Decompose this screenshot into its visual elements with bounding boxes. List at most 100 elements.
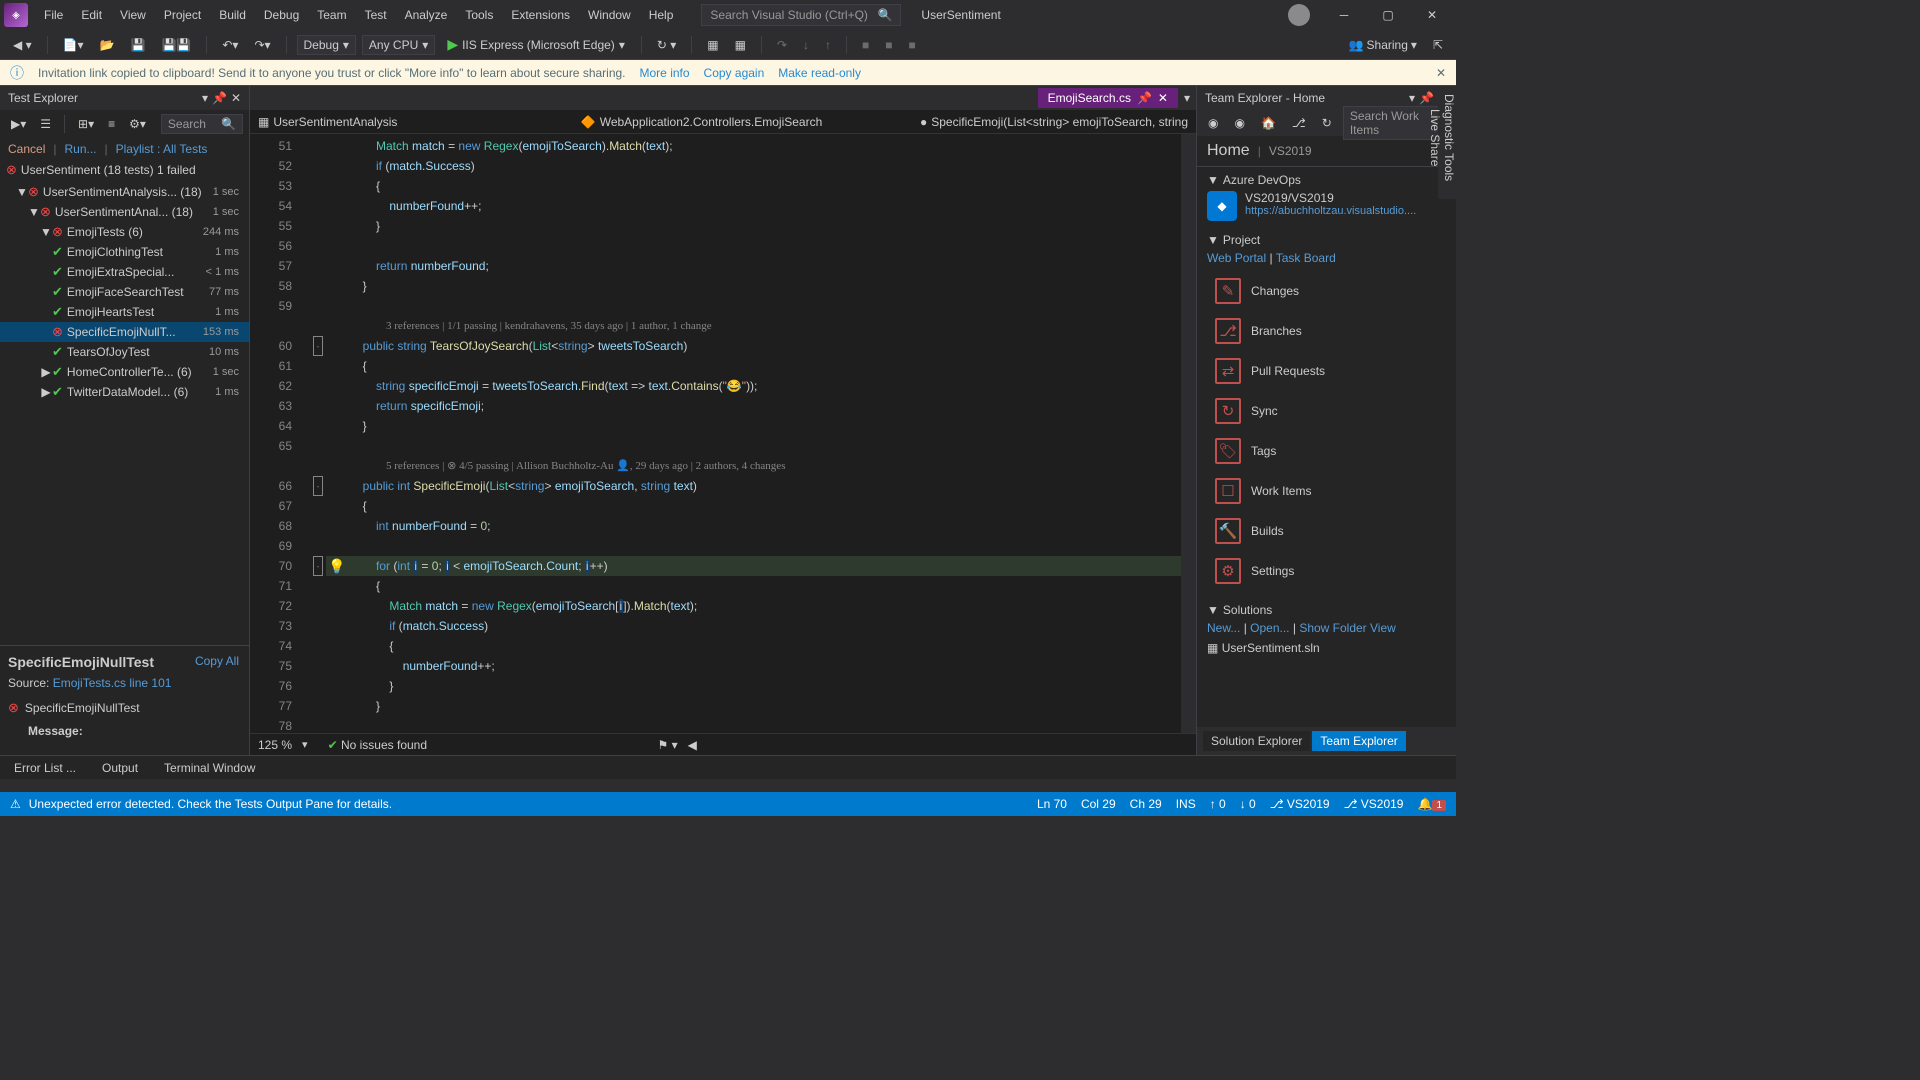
project-item-tags[interactable]: 🏷Tags xyxy=(1207,431,1446,471)
bc-namespace[interactable]: 🔶 WebApplication2.Controllers.EmojiSearc… xyxy=(581,115,823,129)
diagnostic-tools-tab[interactable]: Diagnostic Tools xyxy=(1442,94,1456,181)
live-share-tab[interactable]: Live Share xyxy=(1428,94,1442,181)
test-row[interactable]: ✔EmojiHeartsTest1 ms xyxy=(0,302,249,322)
devops-url[interactable]: https://abuchholtzau.visualstudio.... xyxy=(1245,205,1416,217)
menu-analyze[interactable]: Analyze xyxy=(397,4,456,26)
project-item-changes[interactable]: ✎Changes xyxy=(1207,271,1446,311)
bc-project[interactable]: ▦ UserSentimentAnalysis xyxy=(258,115,397,129)
global-search[interactable]: Search Visual Studio (Ctrl+Q) 🔍 xyxy=(701,4,901,26)
home-header[interactable]: Home | VS2019 ▾ xyxy=(1197,136,1456,167)
tool2[interactable]: ▦ xyxy=(730,35,751,55)
lightbulb-icon[interactable]: 💡 xyxy=(328,556,345,576)
bc-method[interactable]: ● SpecificEmoji(List<string> emojiToSear… xyxy=(920,115,1188,129)
bp2[interactable]: ■ xyxy=(880,35,897,55)
copy-all-link[interactable]: Copy All xyxy=(195,654,239,668)
fwd-icon[interactable]: ◉ xyxy=(1229,113,1249,133)
close-button[interactable]: ✕ xyxy=(1412,1,1452,29)
web-portal-link[interactable]: Web Portal xyxy=(1207,251,1266,265)
test-row[interactable]: ▶✔HomeControllerTe... (6)1 sec xyxy=(0,362,249,382)
menu-edit[interactable]: Edit xyxy=(73,4,110,26)
more-info-link[interactable]: More info xyxy=(640,66,690,80)
tab-overflow[interactable]: ▾ xyxy=(1178,91,1196,105)
step-out[interactable]: ↑ xyxy=(820,35,836,55)
run-button[interactable]: ▶IIS Express (Microsoft Edge) ▾ xyxy=(441,34,631,55)
azure-heading[interactable]: ▼ Azure DevOps xyxy=(1207,173,1446,187)
output-tab[interactable]: Terminal Window xyxy=(156,758,263,778)
info-close[interactable]: ✕ xyxy=(1436,66,1446,80)
menu-debug[interactable]: Debug xyxy=(256,4,307,26)
tool1[interactable]: ▦ xyxy=(702,35,723,55)
sb-push[interactable]: ↑ 0 xyxy=(1210,797,1226,811)
live-share[interactable]: 👥 Sharing ▾ xyxy=(1344,35,1422,55)
menu-project[interactable]: Project xyxy=(156,4,209,26)
list-icon[interactable]: ≡ xyxy=(103,114,120,134)
editor-tab-active[interactable]: EmojiSearch.cs 📌 ✕ xyxy=(1038,88,1178,108)
project-item-settings[interactable]: ⚙Settings xyxy=(1207,551,1446,591)
menu-window[interactable]: Window xyxy=(580,4,639,26)
run-link[interactable]: Run... xyxy=(64,142,96,156)
dropdown-icon[interactable]: ▾ xyxy=(202,91,208,105)
output-tab[interactable]: Error List ... xyxy=(6,758,84,778)
group-by-icon[interactable]: ⊞▾ xyxy=(73,114,99,134)
tab-pin-icon[interactable]: 📌 xyxy=(1137,91,1152,105)
test-row[interactable]: ✔EmojiClothingTest1 ms xyxy=(0,242,249,262)
code-editor[interactable]: 5152535455565758596061626364656667686970… xyxy=(250,134,1196,733)
menu-test[interactable]: Test xyxy=(357,4,395,26)
menu-file[interactable]: File xyxy=(36,4,71,26)
back-icon[interactable]: ◉ xyxy=(1203,113,1223,133)
solution-explorer-tab[interactable]: Solution Explorer xyxy=(1203,731,1310,751)
bp1[interactable]: ■ xyxy=(857,35,874,55)
open-file[interactable]: 📂 xyxy=(95,35,120,55)
run-tests-icon[interactable]: ▶▾ xyxy=(6,114,31,134)
project-item-branches[interactable]: ⎇Branches xyxy=(1207,311,1446,351)
solutions-heading[interactable]: ▼ Solutions xyxy=(1207,603,1446,617)
code-content[interactable]: Match match = new Regex(emojiToSearch).M… xyxy=(326,134,1181,733)
make-readonly-link[interactable]: Make read-only xyxy=(778,66,861,80)
source-link[interactable]: EmojiTests.cs line 101 xyxy=(53,676,172,690)
refresh-icon[interactable]: ↻ xyxy=(1317,113,1337,133)
redo[interactable]: ↷▾ xyxy=(249,35,275,55)
step-over[interactable]: ↷ xyxy=(772,35,792,55)
cancel-link[interactable]: Cancel xyxy=(8,142,45,156)
menu-view[interactable]: View xyxy=(112,4,154,26)
new-item[interactable]: 📄▾ xyxy=(58,35,89,55)
task-board-link[interactable]: Task Board xyxy=(1276,251,1336,265)
copy-again-link[interactable]: Copy again xyxy=(704,66,765,80)
undo[interactable]: ↶▾ xyxy=(217,35,243,55)
test-row[interactable]: ✔TearsOfJoyTest10 ms xyxy=(0,342,249,362)
project-item-pull-requests[interactable]: ⇄Pull Requests xyxy=(1207,351,1446,391)
step-into[interactable]: ↓ xyxy=(798,35,814,55)
save[interactable]: 💾 xyxy=(126,35,151,55)
config-dropdown[interactable]: Debug ▾ xyxy=(297,35,356,55)
save-all[interactable]: 💾💾 xyxy=(156,35,196,55)
sb-pull[interactable]: ↓ 0 xyxy=(1240,797,1256,811)
minimize-button[interactable]: ─ xyxy=(1324,1,1364,29)
project-heading[interactable]: ▼ Project xyxy=(1207,233,1446,247)
menu-tools[interactable]: Tools xyxy=(457,4,501,26)
project-item-sync[interactable]: ↻Sync xyxy=(1207,391,1446,431)
user-avatar[interactable] xyxy=(1288,4,1310,26)
project-item-work-items[interactable]: ☐Work Items xyxy=(1207,471,1446,511)
project-item-builds[interactable]: 🔨Builds xyxy=(1207,511,1446,551)
bp3[interactable]: ■ xyxy=(904,35,921,55)
share-icon[interactable]: ⇱ xyxy=(1428,35,1448,55)
test-row[interactable]: ▶✔TwitterDataModel... (6)1 ms xyxy=(0,382,249,402)
menu-team[interactable]: Team xyxy=(309,4,354,26)
tab-close-icon[interactable]: ✕ xyxy=(1158,91,1168,105)
test-row[interactable]: ▼⊗EmojiTests (6)244 ms xyxy=(0,222,249,242)
team-explorer-tab[interactable]: Team Explorer xyxy=(1312,731,1405,751)
sb-repo[interactable]: ⎇ VS2019 xyxy=(1270,797,1330,811)
test-search[interactable]: Search🔍 xyxy=(161,114,243,134)
menu-extensions[interactable]: Extensions xyxy=(503,4,578,26)
test-row[interactable]: ✔EmojiExtraSpecial...< 1 ms xyxy=(0,262,249,282)
test-row[interactable]: ▼⊗UserSentimentAnalysis... (18)1 sec xyxy=(0,182,249,202)
test-root[interactable]: ⊗ UserSentiment (18 tests) 1 failed xyxy=(0,160,249,180)
pin-icon[interactable]: 📌 xyxy=(212,91,227,105)
test-row[interactable]: ▼⊗UserSentimentAnal... (18)1 sec xyxy=(0,202,249,222)
nav-back[interactable]: ◀ ▾ xyxy=(8,35,37,55)
playlist-link[interactable]: Playlist : All Tests xyxy=(116,142,208,156)
refresh[interactable]: ↻ ▾ xyxy=(652,35,681,55)
branch-icon[interactable]: ⎇ xyxy=(1287,113,1311,133)
sb-branch[interactable]: ⎇ VS2019 xyxy=(1344,797,1404,811)
home-icon[interactable]: 🏠 xyxy=(1256,113,1281,133)
